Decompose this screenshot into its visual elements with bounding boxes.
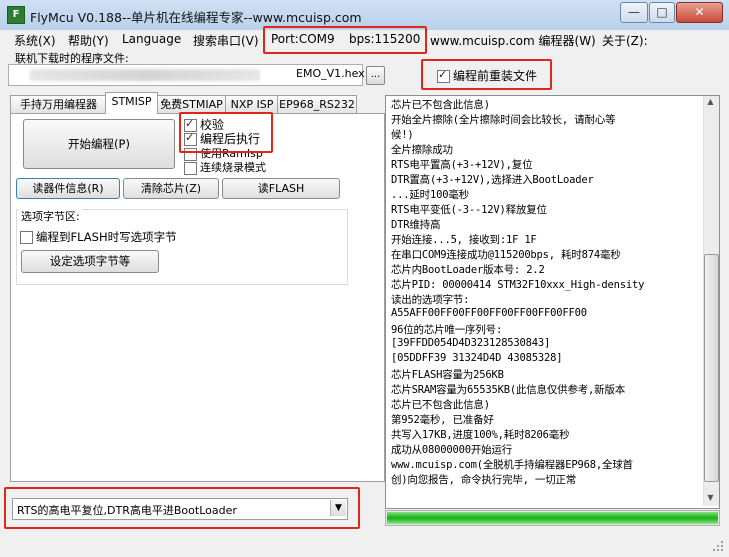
log-line: 共写入17KB,进度100%,耗时8206毫秒: [391, 429, 570, 441]
log-line: 在串口COM9连接成功@115200bps, 耗时874毫秒: [391, 249, 621, 261]
menu-programmer[interactable]: www.mcuisp.com 编程器(W): [430, 32, 596, 49]
verify-highlight-box: [179, 112, 273, 153]
status-bar: [0, 530, 729, 557]
log-line: 芯片已不包含此信息): [391, 399, 490, 411]
port-highlight-box: [263, 26, 427, 54]
write-option-bytes-label: 编程到FLASH时写选项字节: [36, 230, 177, 244]
log-line: 芯片内BootLoader版本号: 2.2: [391, 264, 545, 276]
set-option-bytes-button[interactable]: 设定选项字节等: [21, 250, 159, 273]
menu-search-port[interactable]: 搜索串口(V): [193, 32, 259, 49]
continuous-checkbox[interactable]: [184, 161, 197, 175]
tab-nxp-isp[interactable]: NXP ISP: [225, 95, 279, 113]
log-line: 读出的选项字节:: [391, 294, 470, 306]
progress-bar: [385, 510, 720, 526]
progress-fill: [387, 512, 718, 524]
log-line: 候!): [391, 129, 414, 141]
log-line: [05DDFF39 31324D4D 43085328]: [391, 352, 563, 364]
log-line: RTS电平变低(-3--12V)释放复位: [391, 204, 547, 216]
log-line: A55AFF00FF00FF00FF00FF00FF00FF00: [391, 307, 587, 319]
file-path-redacted: [30, 69, 260, 81]
window-title: FlyMcu V0.188--单片机在线编程专家--www.mcuisp.com: [30, 10, 362, 25]
log-line: RTS电平置高(+3-+12V),复位: [391, 159, 533, 171]
start-program-button[interactable]: 开始编程(P): [23, 119, 175, 169]
tab-stmiap[interactable]: 免费STMIAP: [156, 95, 227, 113]
scroll-up-icon[interactable]: ▲: [704, 97, 717, 109]
log-scroll-thumb[interactable]: [704, 254, 719, 482]
maximize-button[interactable]: □: [649, 2, 675, 23]
log-line: DTR维持高: [391, 219, 441, 231]
read-info-button[interactable]: 读器件信息(R): [16, 178, 120, 199]
browse-button[interactable]: ...: [366, 66, 385, 85]
reset-mode-highlight-box: [4, 487, 360, 529]
log-line: 芯片PID: 00000414 STM32F10xxx_High-density: [391, 279, 645, 291]
log-line: 开始全片擦除(全片擦除时间会比较长, 请耐心等: [391, 114, 616, 126]
app-icon: F: [7, 6, 25, 24]
tab-ep968[interactable]: EP968_RS232: [277, 95, 357, 113]
tab-handheld[interactable]: 手持万用编程器: [10, 95, 107, 113]
file-name: EMO_V1.hex: [296, 67, 365, 80]
option-bytes-group-label: 选项字节区:: [19, 208, 82, 224]
log-line: 全片擦除成功: [391, 144, 453, 156]
log-line: 创)向您报告, 命令执行完毕, 一切正常: [391, 474, 577, 486]
log-line: 成功从08000000开始运行: [391, 444, 513, 456]
reload-highlight-box: [421, 59, 552, 90]
log-line: 开始连接...5, 接收到:1F 1F: [391, 234, 537, 246]
write-option-bytes-option[interactable]: 编程到FLASH时写选项字节: [20, 229, 177, 245]
continuous-label: 连续烧录模式: [200, 161, 266, 174]
close-button[interactable]: ✕: [676, 2, 723, 23]
menu-about[interactable]: 关于(Z):: [602, 32, 648, 49]
menu-system[interactable]: 系统(X): [14, 32, 56, 49]
scroll-down-icon[interactable]: ▼: [704, 493, 717, 505]
log-line: 芯片已不包含此信息): [391, 99, 490, 111]
log-line: [39FFDD054D4D323128530843]: [391, 337, 551, 349]
minimize-button[interactable]: —: [620, 2, 648, 23]
menu-help[interactable]: 帮助(Y): [68, 32, 109, 49]
log-line: 芯片FLASH容量为256KB: [391, 369, 504, 381]
log-line: DTR置高(+3-+12V),选择进入BootLoader: [391, 174, 594, 186]
log-line: www.mcuisp.com(全脱机手持编程器EP968,全球首: [391, 459, 633, 471]
continuous-mode-option[interactable]: 连续烧录模式: [184, 159, 266, 175]
read-flash-button[interactable]: 读FLASH: [222, 178, 340, 199]
write-option-bytes-checkbox[interactable]: [20, 231, 33, 244]
tab-stmisp[interactable]: STMISP: [105, 92, 158, 114]
log-line: 芯片SRAM容量为65535KB(此信息仅供参考,新版本: [391, 384, 626, 396]
resize-grip-icon[interactable]: [712, 540, 724, 552]
menu-language[interactable]: Language: [122, 32, 181, 46]
log-output[interactable]: 芯片已不包含此信息) 开始全片擦除(全片擦除时间会比较长, 请耐心等 候!) 全…: [385, 95, 720, 509]
log-line: 第952毫秒, 已准备好: [391, 414, 494, 426]
log-line: ...延时100毫秒: [391, 189, 469, 201]
log-line: 96位的芯片唯一序列号:: [391, 324, 503, 336]
erase-chip-button[interactable]: 清除芯片(Z): [123, 178, 219, 199]
